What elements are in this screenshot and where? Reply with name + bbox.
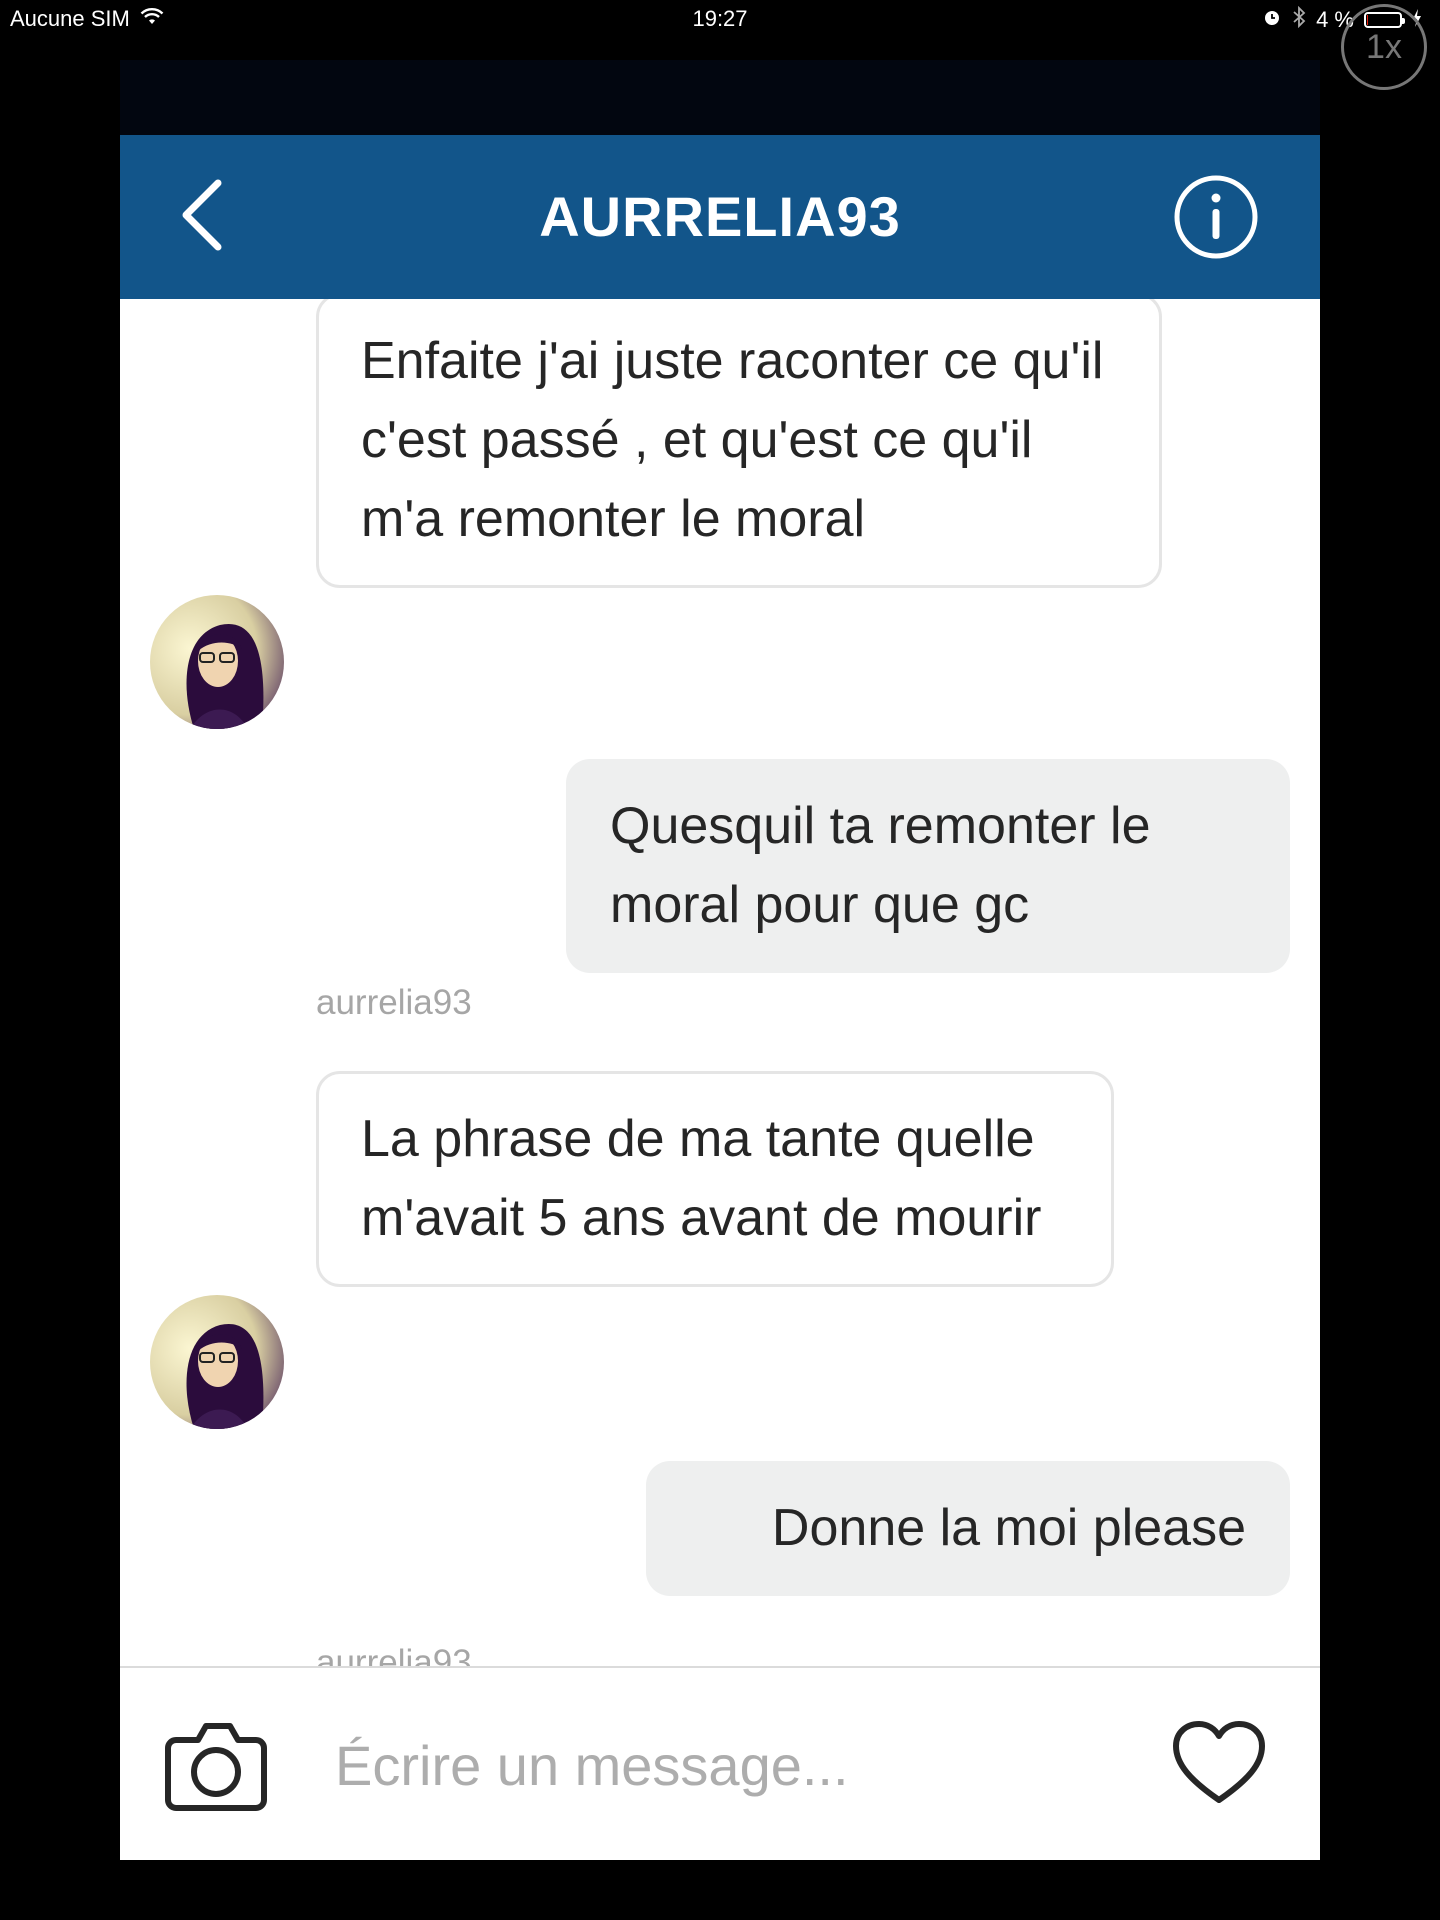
status-time: 19:27 [692,6,748,31]
message-list[interactable]: Enfaite j'ai juste raconter ce qu'il c'e… [120,299,1320,1666]
message-bubble-incoming[interactable]: Enfaite j'ai juste raconter ce qu'il c'e… [316,299,1162,588]
message-composer [120,1666,1320,1860]
alarm-icon [1262,7,1282,33]
info-circle-icon [1172,175,1260,265]
camera-button[interactable] [164,1718,268,1812]
message-bubble-outgoing[interactable]: Donne la moi please [646,1461,1290,1596]
conversation-title: AURRELIA93 [539,185,901,248]
app-window: AURRELIA93 Enfaite j'ai juste raconter c… [120,60,1320,1860]
message-text: Quesquil ta remonter le moral pour que g… [610,797,1151,934]
message-bubble-incoming[interactable]: La phrase de ma tante quelle m'avait 5 a… [316,1071,1114,1287]
message-text: La phrase de ma tante quelle m'avait 5 a… [361,1110,1042,1247]
message-text: Donne la moi please [771,1499,1246,1557]
info-button[interactable] [1172,173,1260,261]
message-input[interactable] [335,1720,1215,1810]
status-bar: Aucune SIM 19:27 4 % [0,0,1440,40]
bluetooth-icon [1292,5,1306,34]
sender-username: aurrelia93 [316,1643,472,1666]
like-button[interactable] [1172,1720,1266,1806]
sender-username: aurrelia93 [316,983,472,1022]
avatar[interactable] [150,595,284,729]
top-strip [120,60,1320,135]
camera-icon [164,1723,268,1816]
zoom-badge[interactable]: 1x [1341,4,1427,90]
message-bubble-outgoing[interactable]: Quesquil ta remonter le moral pour que g… [566,759,1290,973]
message-text: Enfaite j'ai juste raconter ce qu'il c'e… [361,332,1104,548]
conversation-header: AURRELIA93 [120,135,1320,299]
heart-icon [1172,1721,1266,1810]
avatar[interactable] [150,1295,284,1429]
